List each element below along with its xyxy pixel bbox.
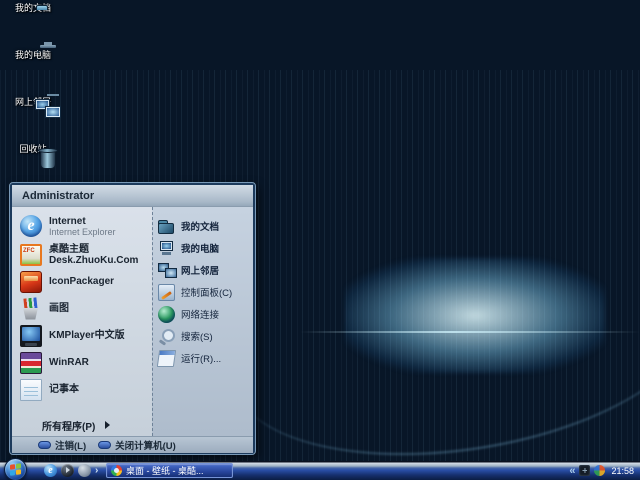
wallpaper-swoosh-line — [216, 205, 640, 480]
desktop-icon-my-computer[interactable]: 我的电脑 — [4, 50, 62, 94]
start-menu-item-zhuoku-theme[interactable]: 桌酷主题Desk.ZhuoKu.Com — [12, 241, 152, 268]
task-button-label: 桌面 - 壁纸 - 桌酷... — [126, 464, 204, 477]
quick-launch-mail-icon[interactable] — [78, 464, 91, 477]
start-button[interactable] — [4, 458, 27, 480]
flag-quadrant — [10, 470, 15, 476]
start-menu-item-paint[interactable]: 画图 — [12, 295, 152, 322]
all-programs-button[interactable]: 所有程序(P) — [12, 414, 152, 436]
log-off-icon — [38, 441, 51, 449]
search-icon — [158, 328, 175, 345]
windows-flag-icon — [10, 463, 21, 476]
run-icon — [157, 350, 176, 367]
wallpaper-lens-flare — [300, 331, 640, 333]
item-title: 桌酷主题Desk.ZhuoKu.Com — [49, 244, 152, 266]
start-menu-item-kmplayer[interactable]: KMPlayer中文版 — [12, 322, 152, 349]
wallpaper-aurora-glow — [345, 258, 605, 373]
system-tray: « 21:58 — [569, 461, 638, 480]
shut-down-label: 关闭计算机(U) — [115, 438, 176, 452]
shut-down-button[interactable]: 关闭计算机(U) — [98, 438, 176, 452]
desktop-icon-label: 我的电脑 — [4, 50, 62, 60]
item-title: KMPlayer中文版 — [49, 330, 125, 341]
taskbar-task-button[interactable]: 桌面 - 壁纸 - 桌酷... — [106, 463, 233, 478]
start-menu-item-winrar[interactable]: WinRAR — [12, 349, 152, 376]
tray-app-icon[interactable] — [594, 465, 605, 476]
item-label: 我的文档 — [181, 219, 219, 233]
item-title: 画图 — [49, 303, 69, 314]
start-menu-footer: 注销(L) 关闭计算机(U) — [12, 436, 253, 453]
item-label: 我的电脑 — [181, 241, 219, 255]
chevron-right-icon — [105, 421, 110, 429]
item-label: 网上邻居 — [181, 263, 219, 277]
network-connections-icon — [158, 306, 175, 323]
my-computer-icon — [158, 240, 175, 257]
taskbar-clock[interactable]: 21:58 — [611, 466, 634, 476]
start-menu-item-internet[interactable]: Internet Internet Explorer — [12, 211, 152, 241]
paint-icon — [20, 298, 42, 320]
desktop-icon-list: 我的文档 我的电脑 网上邻居 回收站 — [4, 2, 62, 191]
flag-quadrant — [16, 463, 21, 469]
quick-launch-media-player-icon[interactable] — [61, 464, 74, 477]
start-menu-body: Internet Internet Explorer 桌酷主题Desk.Zhuo… — [12, 207, 253, 436]
item-title: 记事本 — [49, 384, 79, 395]
desktop-icon-network-places[interactable]: 网上邻居 — [4, 97, 62, 141]
start-menu-item-notepad[interactable]: 记事本 — [12, 376, 152, 403]
start-menu-right-column: 我的文档 我的电脑 网上邻居 控制面板(C) 网络连接 搜索(S) — [152, 207, 253, 436]
start-menu-item-run[interactable]: 运行(R)... — [153, 347, 253, 369]
taskbar: › 桌面 - 壁纸 - 桌酷... « 21:58 — [0, 461, 640, 480]
quick-launch-ie-icon[interactable] — [44, 464, 57, 477]
item-title: IconPackager — [49, 276, 114, 287]
quick-launch-overflow-arrow[interactable]: › — [95, 464, 98, 477]
start-menu-item-control-panel[interactable]: 控制面板(C) — [153, 281, 253, 303]
tray-input-method-icon[interactable] — [579, 465, 590, 476]
kmplayer-icon — [20, 325, 42, 347]
desktop: { "desktop": { "icons": [ { "label": "我的… — [0, 0, 640, 480]
log-off-label: 注销(L) — [55, 438, 86, 452]
item-label: 控制面板(C) — [181, 285, 232, 299]
all-programs-label: 所有程序(P) — [42, 418, 95, 433]
item-label: 网络连接 — [181, 307, 219, 321]
start-menu-header: Administrator — [12, 185, 253, 207]
start-menu-item-my-documents[interactable]: 我的文档 — [153, 215, 253, 237]
flag-quadrant — [16, 469, 21, 475]
log-off-button[interactable]: 注销(L) — [38, 438, 86, 452]
desktop-icon-label: 我的文档 — [4, 3, 62, 13]
zhuoku-pinwheel-icon — [111, 465, 122, 476]
start-menu-item-network-connections[interactable]: 网络连接 — [153, 303, 253, 325]
item-title: WinRAR — [49, 357, 89, 368]
desktop-icon-my-documents[interactable]: 我的文档 — [4, 3, 62, 47]
my-documents-icon — [158, 219, 175, 236]
item-subtitle: Internet Explorer — [49, 227, 116, 237]
start-menu-item-my-computer[interactable]: 我的电脑 — [153, 237, 253, 259]
start-menu-item-network-places[interactable]: 网上邻居 — [153, 259, 253, 281]
notepad-icon — [20, 379, 42, 401]
start-menu-spacer — [12, 403, 152, 414]
control-panel-icon — [158, 284, 175, 301]
item-label: 运行(R)... — [181, 351, 221, 365]
zhuoku-theme-icon — [20, 244, 42, 266]
start-menu: Administrator Internet Internet Explorer… — [10, 183, 255, 454]
start-menu-left-column: Internet Internet Explorer 桌酷主题Desk.Zhuo… — [12, 207, 152, 436]
iconpackager-icon — [20, 271, 42, 293]
flag-quadrant — [10, 464, 15, 470]
desktop-icon-recycle-bin[interactable]: 回收站 — [4, 144, 62, 188]
item-title: Internet — [49, 216, 116, 227]
internet-explorer-icon — [20, 215, 42, 237]
shut-down-icon — [98, 441, 111, 449]
user-name: Administrator — [22, 190, 94, 202]
item-label: 搜索(S) — [181, 329, 213, 343]
start-menu-item-search[interactable]: 搜索(S) — [153, 325, 253, 347]
tray-chevron-icon[interactable]: « — [569, 465, 575, 477]
winrar-icon — [20, 352, 42, 374]
start-menu-item-iconpackager[interactable]: IconPackager — [12, 268, 152, 295]
quick-launch-bar: › — [44, 464, 98, 477]
network-places-icon — [158, 262, 175, 279]
